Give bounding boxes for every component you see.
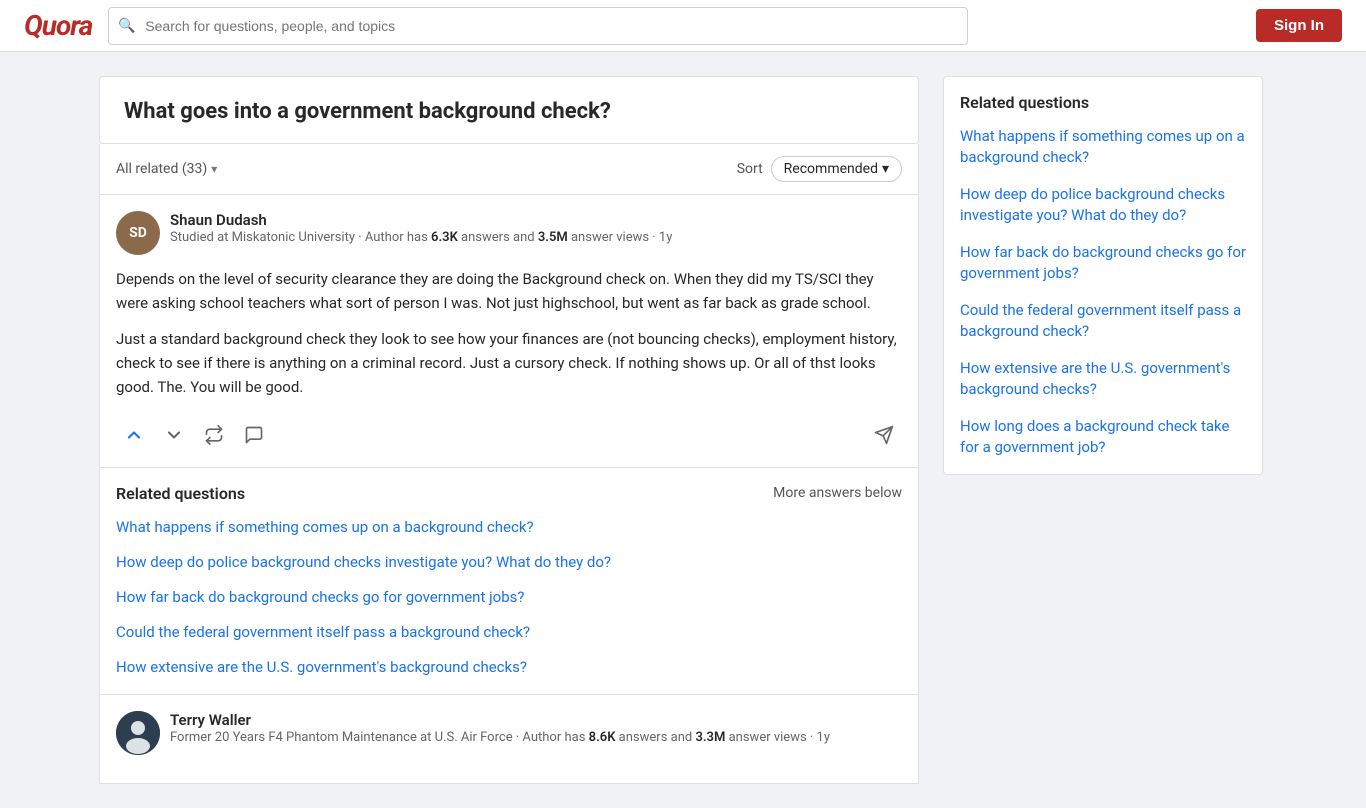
- header-right: Sign In: [1256, 9, 1342, 42]
- answer-para-2: Just a standard background check they lo…: [116, 327, 902, 399]
- site-header: Quora 🔍 Sign In: [0, 0, 1366, 52]
- author-meta-2: Former 20 Years F4 Phantom Maintenance a…: [170, 729, 902, 747]
- sidebar-box: Related questions What happens if someth…: [943, 76, 1263, 475]
- question-box: What goes into a government background c…: [99, 76, 919, 144]
- author-name-2: Terry Waller: [170, 711, 902, 729]
- related-link-inline-4[interactable]: Could the federal government itself pass…: [116, 622, 902, 643]
- sidebar-link-2[interactable]: How deep do police background checks inv…: [960, 184, 1246, 226]
- avatar-terry: [116, 711, 160, 755]
- right-sidebar: Related questions What happens if someth…: [943, 76, 1263, 475]
- downvote-button[interactable]: [156, 419, 192, 451]
- sort-value: Recommended: [784, 161, 878, 177]
- author-row-1: SD Shaun Dudash Studied at Miskatonic Un…: [116, 211, 902, 255]
- reshare-button[interactable]: [196, 419, 232, 451]
- related-link-inline-1[interactable]: What happens if something comes up on a …: [116, 517, 902, 538]
- author-meta-1: Studied at Miskatonic University · Autho…: [170, 229, 902, 247]
- chevron-down-icon: ▾: [211, 162, 217, 176]
- all-related-dropdown[interactable]: All related (33) ▾: [116, 161, 217, 177]
- author-row-2: Terry Waller Former 20 Years F4 Phantom …: [116, 711, 902, 755]
- sort-chevron-icon: ▾: [882, 161, 889, 177]
- related-section-title: Related questions: [116, 484, 245, 503]
- related-link-inline-3[interactable]: How far back do background checks go for…: [116, 587, 902, 608]
- sidebar-link-6[interactable]: How long does a background check take fo…: [960, 416, 1246, 458]
- answer-card-2: Terry Waller Former 20 Years F4 Phantom …: [99, 695, 919, 784]
- author-info-1: Shaun Dudash Studied at Miskatonic Unive…: [170, 211, 902, 247]
- sort-area: Sort Recommended ▾: [737, 156, 902, 182]
- all-related-label: All related (33): [116, 161, 207, 177]
- search-input[interactable]: [108, 7, 968, 45]
- sort-label: Sort: [737, 161, 763, 177]
- sidebar-link-1[interactable]: What happens if something comes up on a …: [960, 126, 1246, 168]
- answer-card-1: SD Shaun Dudash Studied at Miskatonic Un…: [99, 195, 919, 468]
- answer-text-1: Depends on the level of security clearan…: [116, 267, 902, 399]
- main-container: What goes into a government background c…: [83, 52, 1283, 808]
- sign-in-button[interactable]: Sign In: [1256, 9, 1342, 42]
- sidebar-link-4[interactable]: Could the federal government itself pass…: [960, 300, 1246, 342]
- share-button[interactable]: [866, 419, 902, 451]
- action-bar-1: [116, 411, 902, 451]
- more-answers-label: More answers below: [773, 485, 902, 501]
- upvote-button[interactable]: [116, 419, 152, 451]
- related-header-inline: Related questions More answers below: [116, 484, 902, 503]
- sidebar-link-3[interactable]: How far back do background checks go for…: [960, 242, 1246, 284]
- question-title: What goes into a government background c…: [124, 97, 894, 127]
- related-link-inline-5[interactable]: How extensive are the U.S. government's …: [116, 657, 902, 678]
- search-icon: 🔍: [118, 18, 135, 34]
- filter-bar: All related (33) ▾ Sort Recommended ▾: [99, 144, 919, 195]
- sort-dropdown[interactable]: Recommended ▾: [771, 156, 902, 182]
- related-link-inline-2[interactable]: How deep do police background checks inv…: [116, 552, 902, 573]
- sidebar-title: Related questions: [960, 93, 1246, 112]
- answer-para-1: Depends on the level of security clearan…: [116, 267, 902, 315]
- avatar-shaun: SD: [116, 211, 160, 255]
- comment-button[interactable]: [236, 419, 272, 451]
- search-bar-container: 🔍: [108, 7, 968, 45]
- author-name-1: Shaun Dudash: [170, 211, 902, 229]
- author-info-2: Terry Waller Former 20 Years F4 Phantom …: [170, 711, 902, 747]
- related-section-inline: Related questions More answers below Wha…: [99, 468, 919, 695]
- quora-logo: Quora: [24, 9, 92, 42]
- center-column: What goes into a government background c…: [99, 76, 919, 784]
- sidebar-link-5[interactable]: How extensive are the U.S. government's …: [960, 358, 1246, 400]
